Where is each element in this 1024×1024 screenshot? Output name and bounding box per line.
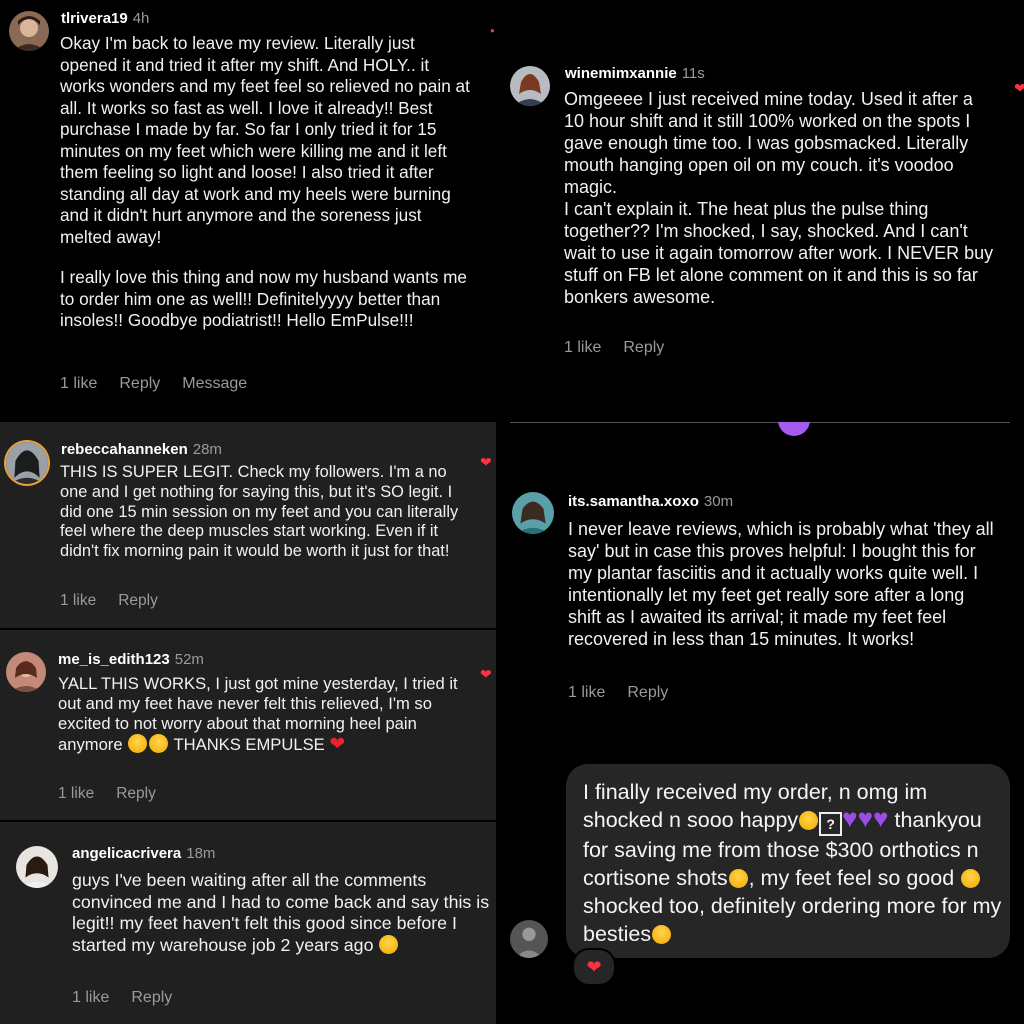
- avatar[interactable]: [510, 66, 550, 106]
- unknown-glyph-icon: ?: [819, 812, 843, 836]
- reply-button[interactable]: Reply: [116, 785, 156, 802]
- comment-text: guys I've been waiting after all the com…: [72, 870, 490, 955]
- timestamp: 30m: [703, 493, 734, 510]
- reply-button[interactable]: Reply: [623, 339, 664, 356]
- username[interactable]: winemimxannie 11s: [565, 65, 705, 82]
- like-count[interactable]: 1 like: [60, 592, 96, 609]
- crying-emoji: [128, 734, 148, 753]
- comment-actions: 1 like Reply: [568, 684, 690, 702]
- heart-eyes-emoji: [961, 869, 981, 888]
- message-text: I finally received my order, n omg im sh…: [583, 780, 1002, 946]
- like-count[interactable]: 1 like: [564, 339, 601, 356]
- heart-icon[interactable]: ●: [490, 26, 495, 35]
- purple-heart-icon: [778, 422, 810, 436]
- comment-panel-angelicacrivera: angelicacrivera 18m guys I've been waitin…: [0, 822, 496, 1024]
- avatar[interactable]: [6, 442, 48, 484]
- purple-heart-emoji: ♥: [857, 803, 874, 833]
- avatar[interactable]: [512, 492, 554, 534]
- timestamp: 28m: [192, 441, 222, 458]
- username[interactable]: angelicacrivera 18m: [72, 845, 215, 862]
- heart-icon[interactable]: ❤: [480, 454, 492, 471]
- username[interactable]: me_is_edith123 52m: [58, 651, 204, 668]
- comment-panel-rebeccahanneken: rebeccahanneken 28m THIS IS SUPER LEGIT. …: [0, 422, 496, 628]
- comment-text: Omgeeee I just received mine today. Used…: [564, 89, 994, 307]
- reply-button[interactable]: Reply: [118, 592, 158, 609]
- comment-panel-me-is-edith123: me_is_edith123 52m YALL THIS WORKS, I jus…: [0, 630, 496, 820]
- comment-text: I never leave reviews, which is probably…: [568, 519, 994, 649]
- party-face-emoji: [379, 934, 399, 954]
- comment-text: Okay I'm back to leave my review. Litera…: [60, 33, 470, 330]
- like-count[interactable]: 1 like: [58, 785, 94, 802]
- comment-actions: 1 like Reply Message: [60, 375, 269, 393]
- timestamp: 11s: [681, 65, 705, 82]
- tired-emoji: [728, 869, 748, 888]
- comment-text: THIS IS SUPER LEGIT. Check my followers.…: [60, 463, 459, 561]
- comment-panel-tlrivera19: tlrivera19 4h Okay I'm back to leave my r…: [0, 0, 496, 420]
- timestamp: 4h: [132, 10, 150, 27]
- party-face-emoji: [652, 925, 672, 944]
- message-bubble[interactable]: I finally received my order, n omg im sh…: [566, 764, 1010, 958]
- avatar[interactable]: [16, 846, 58, 888]
- avatar[interactable]: [9, 11, 49, 51]
- like-count[interactable]: 1 like: [60, 375, 97, 392]
- pleading-emoji: [799, 811, 819, 830]
- comment-panel-winemimxannie: winemimxannie 11s Omgeeee I just received…: [496, 0, 1024, 420]
- username[interactable]: rebeccahanneken 28m: [61, 441, 222, 458]
- reply-button[interactable]: Reply: [131, 989, 172, 1006]
- purple-heart-emoji: ♥: [842, 803, 858, 833]
- like-count[interactable]: 1 like: [568, 684, 605, 701]
- reaction-heart-icon[interactable]: ❤: [572, 948, 616, 986]
- comment-actions: 1 like Reply: [60, 592, 180, 610]
- avatar[interactable]: [6, 652, 46, 692]
- comment-actions: 1 like Reply: [564, 339, 686, 357]
- heart-icon[interactable]: ❤: [480, 666, 492, 683]
- comment-text: YALL THIS WORKS, I just got mine yesterd…: [58, 674, 458, 755]
- divider: [510, 422, 1010, 423]
- username[interactable]: its.samantha.xoxo 30m: [568, 493, 733, 510]
- avatar[interactable]: [510, 920, 548, 958]
- comment-actions: 1 like Reply: [58, 785, 178, 803]
- comment-panel-its-samantha-xoxo: its.samantha.xoxo 30m I never leave revie…: [496, 422, 1024, 732]
- timestamp: 18m: [186, 845, 216, 862]
- like-count[interactable]: 1 like: [72, 989, 109, 1006]
- reply-button[interactable]: Reply: [119, 375, 160, 392]
- message-button[interactable]: Message: [182, 375, 247, 392]
- reply-button[interactable]: Reply: [627, 684, 668, 701]
- crying-emoji: [149, 734, 169, 753]
- red-heart-emoji: ❤: [329, 734, 346, 755]
- timestamp: 52m: [174, 651, 204, 668]
- purple-heart-emoji: ♥: [873, 803, 889, 833]
- comment-actions: 1 like Reply: [72, 989, 194, 1007]
- heart-icon[interactable]: ❤: [1014, 80, 1024, 97]
- username[interactable]: tlrivera19 4h: [61, 10, 149, 27]
